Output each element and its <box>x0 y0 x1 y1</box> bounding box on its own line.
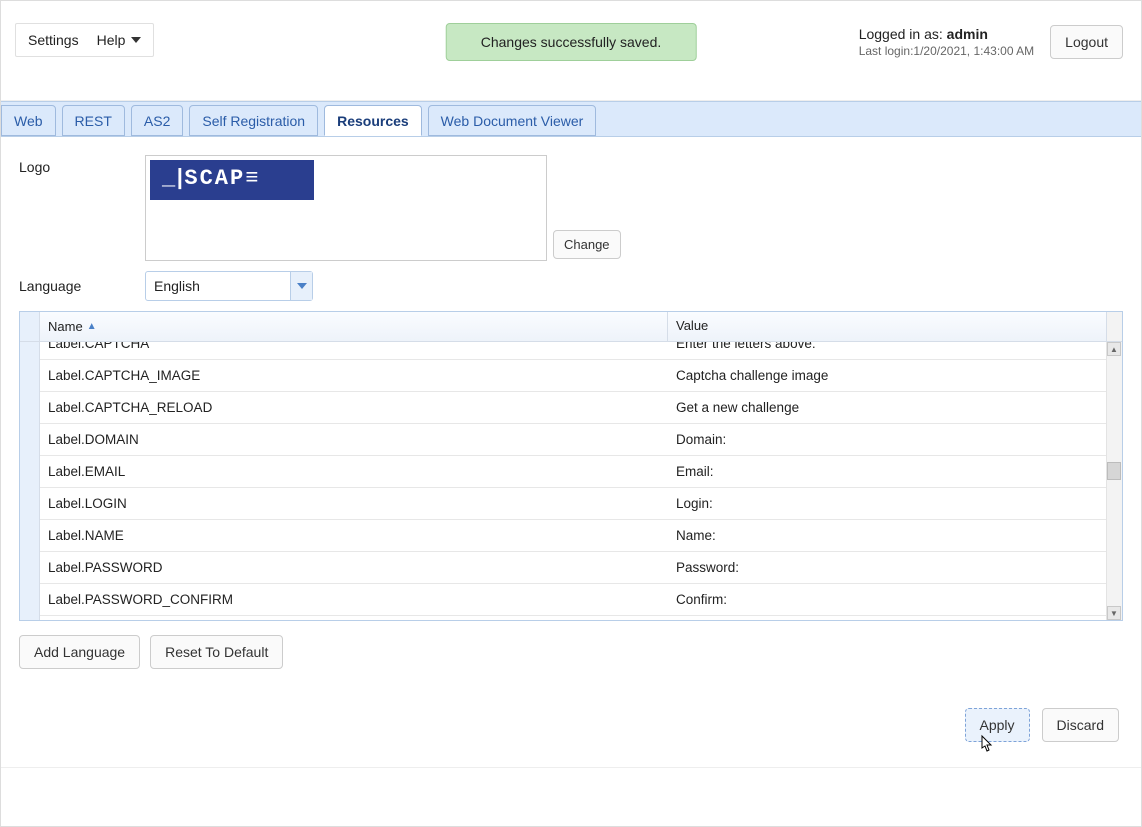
settings-label: Settings <box>28 32 79 48</box>
tab-as2[interactable]: AS2 <box>131 105 183 136</box>
logout-button[interactable]: Logout <box>1050 25 1123 59</box>
table-row[interactable]: Label.PASSWORD_CONFIRM Confirm: <box>40 584 1106 616</box>
grid-header-gutter <box>20 312 40 341</box>
table-row[interactable]: Label.EMAIL Email: <box>40 456 1106 488</box>
scroll-thumb[interactable] <box>1107 462 1121 480</box>
scroll-down-icon[interactable]: ▼ <box>1107 606 1121 620</box>
tab-self-registration[interactable]: Self Registration <box>189 105 318 136</box>
reset-default-label: Reset To Default <box>165 644 268 660</box>
language-label: Language <box>19 278 145 294</box>
column-name-label: Name <box>48 319 83 334</box>
settings-menu[interactable]: Settings <box>28 32 79 48</box>
tab-resources-label: Resources <box>337 113 409 129</box>
table-row[interactable]: Label.NAME Name: <box>40 520 1106 552</box>
apply-button[interactable]: Apply <box>965 708 1030 742</box>
grid-header: Name ▲ Value <box>20 312 1122 342</box>
menu-box: Settings Help <box>15 23 154 57</box>
cell-value: Get a new challenge <box>668 400 1106 415</box>
logout-label: Logout <box>1065 34 1108 50</box>
cell-value: Name: <box>668 528 1106 543</box>
tab-web[interactable]: Web <box>1 105 56 136</box>
cell-name: Label.EMAIL <box>40 464 668 479</box>
app-window: Settings Help Changes successfully saved… <box>0 0 1142 827</box>
logo-label: Logo <box>19 155 145 175</box>
lower-actions: Add Language Reset To Default <box>19 635 1123 669</box>
tab-web-doc-viewer-label: Web Document Viewer <box>441 113 584 129</box>
help-menu[interactable]: Help <box>97 32 142 48</box>
cell-name: Label.PASSWORD <box>40 560 668 575</box>
tab-rest-label: REST <box>75 113 112 129</box>
language-value: English <box>146 272 290 300</box>
sort-asc-icon: ▲ <box>87 321 97 332</box>
chevron-down-icon[interactable] <box>290 272 312 300</box>
tab-self-registration-label: Self Registration <box>202 113 305 129</box>
cell-value: Email: <box>668 464 1106 479</box>
chevron-down-icon <box>131 37 141 43</box>
auth-area: Logged in as: admin Last login:1/20/2021… <box>859 25 1123 59</box>
tab-as2-label: AS2 <box>144 113 170 129</box>
language-row: Language English <box>19 271 1123 301</box>
cell-name: Label.LOGIN <box>40 496 668 511</box>
discard-label: Discard <box>1057 717 1104 733</box>
table-row[interactable]: Label.CAPTCHA Enter the letters above: <box>40 342 1106 360</box>
help-label: Help <box>97 32 126 48</box>
tab-web-doc-viewer[interactable]: Web Document Viewer <box>428 105 597 136</box>
reset-default-button[interactable]: Reset To Default <box>150 635 283 669</box>
cell-name: Label.CAPTCHA <box>40 342 668 351</box>
cell-name: Label.PASSWORD_CONFIRM <box>40 592 668 607</box>
grid-body: Label.CAPTCHA Enter the letters above: L… <box>20 342 1122 620</box>
cell-name: Label.CAPTCHA_RELOAD <box>40 400 668 415</box>
tabs-row: Web REST AS2 Self Registration Resources… <box>1 101 1141 137</box>
cell-name: Label.CAPTCHA_IMAGE <box>40 368 668 383</box>
cell-value: Captcha challenge image <box>668 368 1106 383</box>
change-logo-label: Change <box>564 237 610 252</box>
logo-preview: _|SCAP≡ <box>145 155 547 261</box>
tab-rest[interactable]: REST <box>62 105 125 136</box>
table-row[interactable]: Label.DOMAIN Domain: <box>40 424 1106 456</box>
jscape-logo: _|SCAP≡ <box>150 160 314 200</box>
tab-web-label: Web <box>14 113 43 129</box>
content-area: Logo _|SCAP≡ Change Language English <box>1 137 1141 679</box>
add-language-label: Add Language <box>34 644 125 660</box>
last-login-prefix: Last login: <box>859 44 914 58</box>
discard-button[interactable]: Discard <box>1042 708 1119 742</box>
cell-name: Label.DOMAIN <box>40 432 668 447</box>
scroll-up-icon[interactable]: ▲ <box>1107 342 1121 356</box>
cell-value: Enter the letters above: <box>668 342 1106 351</box>
topbar: Settings Help Changes successfully saved… <box>1 1 1141 101</box>
bottom-actions: Apply Discard <box>965 708 1120 742</box>
table-row[interactable]: Label.CAPTCHA_IMAGE Captcha challenge im… <box>40 360 1106 392</box>
alert-text: Changes successfully saved. <box>481 34 662 50</box>
logo-row: Logo _|SCAP≡ Change <box>19 155 1123 261</box>
column-value-label: Value <box>676 318 708 333</box>
tab-resources[interactable]: Resources <box>324 105 422 136</box>
table-row[interactable]: Label.LOGIN Login: <box>40 488 1106 520</box>
login-info: Logged in as: admin Last login:1/20/2021… <box>859 26 1034 58</box>
logged-in-user: admin <box>947 26 988 42</box>
grid-header-scroll-gutter <box>1106 312 1122 341</box>
table-row[interactable]: Label.PASSWORD Password: <box>40 552 1106 584</box>
cell-value: Login: <box>668 496 1106 511</box>
last-login-value: 1/20/2021, 1:43:00 AM <box>913 44 1034 58</box>
column-value-header[interactable]: Value <box>668 312 1106 341</box>
grid-body-gutter <box>20 342 40 620</box>
cell-value: Domain: <box>668 432 1106 447</box>
table-row[interactable]: Label.CAPTCHA_RELOAD Get a new challenge <box>40 392 1106 424</box>
footer-divider <box>1 767 1141 768</box>
scrollbar[interactable]: ▲ ▼ <box>1106 342 1122 620</box>
resources-grid: Name ▲ Value Label.CAPTCHA Enter the let… <box>19 311 1123 621</box>
apply-label: Apply <box>980 717 1015 733</box>
add-language-button[interactable]: Add Language <box>19 635 140 669</box>
grid-rows: Label.CAPTCHA Enter the letters above: L… <box>40 342 1106 620</box>
language-select[interactable]: English <box>145 271 313 301</box>
cell-value: Password: <box>668 560 1106 575</box>
logged-in-prefix: Logged in as: <box>859 26 947 42</box>
cell-value: Confirm: <box>668 592 1106 607</box>
column-name-header[interactable]: Name ▲ <box>40 312 668 341</box>
cell-name: Label.NAME <box>40 528 668 543</box>
change-logo-button[interactable]: Change <box>553 230 621 259</box>
success-alert: Changes successfully saved. <box>446 23 697 61</box>
